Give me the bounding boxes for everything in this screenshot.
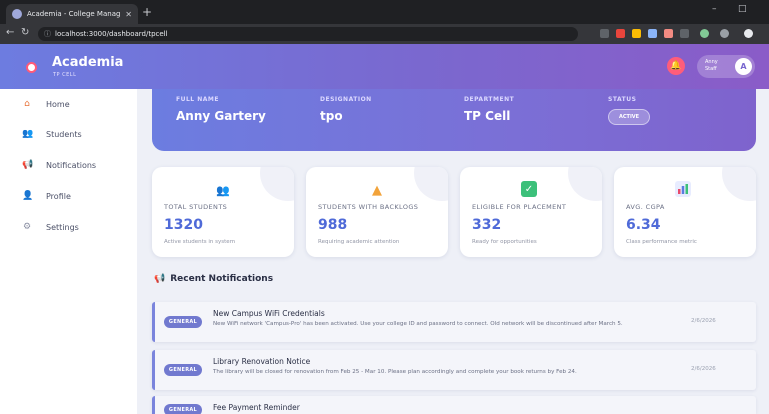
stat-card-backlogs: ▲ STUDENTS WITH BACKLOGS 988 Requiring a…: [306, 167, 448, 257]
section-title: 📢 Recent Notifications: [154, 274, 274, 284]
category-badge: GENERAL: [164, 404, 202, 414]
stat-card-avg-cgpa: AVG. CGPA 6.34 Class performance metric: [614, 167, 756, 257]
maximize-icon[interactable]: □: [738, 4, 747, 14]
tab-title: Academia - College Management: [27, 10, 121, 18]
category-badge: GENERAL: [164, 316, 202, 328]
sidebar-item-label: Settings: [46, 222, 79, 232]
home-icon: ⌂: [24, 99, 30, 109]
extension-icon[interactable]: [616, 29, 625, 38]
extension-icon[interactable]: [600, 29, 609, 38]
bell-icon[interactable]: 🔔: [667, 57, 685, 75]
list-item[interactable]: GENERAL Fee Payment Reminder: [152, 396, 756, 414]
minimize-icon[interactable]: –: [712, 4, 717, 14]
notification-title: New Campus WiFi Credentials: [213, 309, 325, 318]
info-icon: ⓘ: [44, 30, 51, 38]
back-icon[interactable]: ←: [6, 27, 14, 38]
notification-body: The library will be closed for renovatio…: [213, 369, 577, 375]
url-text: localhost:3000/dashboard/tpcell: [55, 30, 168, 38]
browser-profile-icon[interactable]: [744, 29, 753, 38]
favicon-icon: [12, 9, 22, 19]
category-badge: GENERAL: [164, 364, 202, 376]
sidebar-item-label: Notifications: [46, 160, 97, 170]
stat-card-eligible: ✓ ELIGIBLE FOR PLACEMENT 332 Ready for o…: [460, 167, 602, 257]
chart-icon: [675, 181, 691, 197]
extension-icon[interactable]: [648, 29, 657, 38]
user-menu[interactable]: Anny Staff A: [697, 55, 755, 78]
notification-title: Fee Payment Reminder: [213, 403, 300, 412]
sidebar-item-label: Profile: [46, 191, 71, 201]
list-item[interactable]: GENERAL Library Renovation Notice The li…: [152, 350, 756, 390]
profile-banner: FULL NAME Anny Gartery DESIGNATION tpo D…: [152, 89, 756, 151]
notifications-icon: 📢: [22, 160, 34, 170]
address-bar: ← ↻ ⓘ localhost:3000/dashboard/tpcell: [0, 24, 769, 44]
browser-tab-bar: Academia - College Management ✕ + – □: [0, 0, 769, 24]
notification-title: Library Renovation Notice: [213, 357, 311, 366]
app-header: Academia TP CELL 🔔 Anny Staff A: [0, 44, 769, 89]
extension-icon[interactable]: [632, 29, 641, 38]
warning-icon: ▲: [372, 182, 382, 198]
browser-tab[interactable]: Academia - College Management ✕: [6, 4, 138, 24]
profile-designation: DESIGNATION tpo: [320, 96, 372, 123]
check-icon: ✓: [521, 181, 537, 197]
status-badge: ACTIVE: [608, 109, 651, 125]
user-name: Anny Staff: [705, 59, 718, 72]
sidebar-item-profile[interactable]: 👤 Profile: [22, 191, 71, 201]
profile-full-name: FULL NAME Anny Gartery: [176, 96, 266, 123]
settings-icon: ⚙: [22, 222, 32, 232]
notification-date: 2/6/2026: [691, 366, 716, 372]
new-tab-button[interactable]: +: [142, 5, 152, 19]
notification-body: New WiFi network 'Campus-Pro' has been a…: [213, 321, 623, 327]
sidebar-item-students[interactable]: 👥 Students: [22, 129, 82, 139]
megaphone-icon: 📢: [154, 274, 166, 284]
reload-icon[interactable]: ↻: [21, 27, 29, 38]
extension-icon[interactable]: [664, 29, 673, 38]
sidebar-item-home[interactable]: ⌂ Home: [22, 99, 70, 109]
extension-icon[interactable]: [700, 29, 709, 38]
stat-card-total-students: 👥 TOTAL STUDENTS 1320 Active students in…: [152, 167, 294, 257]
tab-close-icon[interactable]: ✕: [125, 10, 132, 19]
profile-icon: 👤: [22, 191, 34, 201]
url-field[interactable]: ⓘ localhost:3000/dashboard/tpcell: [38, 27, 578, 41]
sidebar-item-settings[interactable]: ⚙ Settings: [22, 222, 79, 232]
sidebar-item-label: Students: [46, 129, 82, 139]
extension-icon[interactable]: [720, 29, 729, 38]
brand-subtitle: TP CELL: [53, 72, 77, 78]
list-item[interactable]: GENERAL New Campus WiFi Credentials New …: [152, 302, 756, 342]
avatar[interactable]: A: [735, 58, 752, 75]
profile-status: STATUS ACTIVE: [608, 96, 651, 125]
students-icon: 👥: [22, 129, 34, 139]
notification-date: 2/6/2026: [691, 318, 716, 324]
sidebar: ⌂ Home 👥 Students 📢 Notifications 👤 Prof…: [0, 89, 137, 414]
logo-icon: [26, 62, 37, 73]
profile-department: DEPARTMENT TP Cell: [464, 96, 515, 123]
students-icon: 👥: [216, 183, 230, 197]
sidebar-item-label: Home: [46, 99, 70, 109]
extension-icon[interactable]: [680, 29, 689, 38]
brand-name[interactable]: Academia: [52, 55, 123, 70]
sidebar-item-notifications[interactable]: 📢 Notifications: [22, 160, 96, 170]
